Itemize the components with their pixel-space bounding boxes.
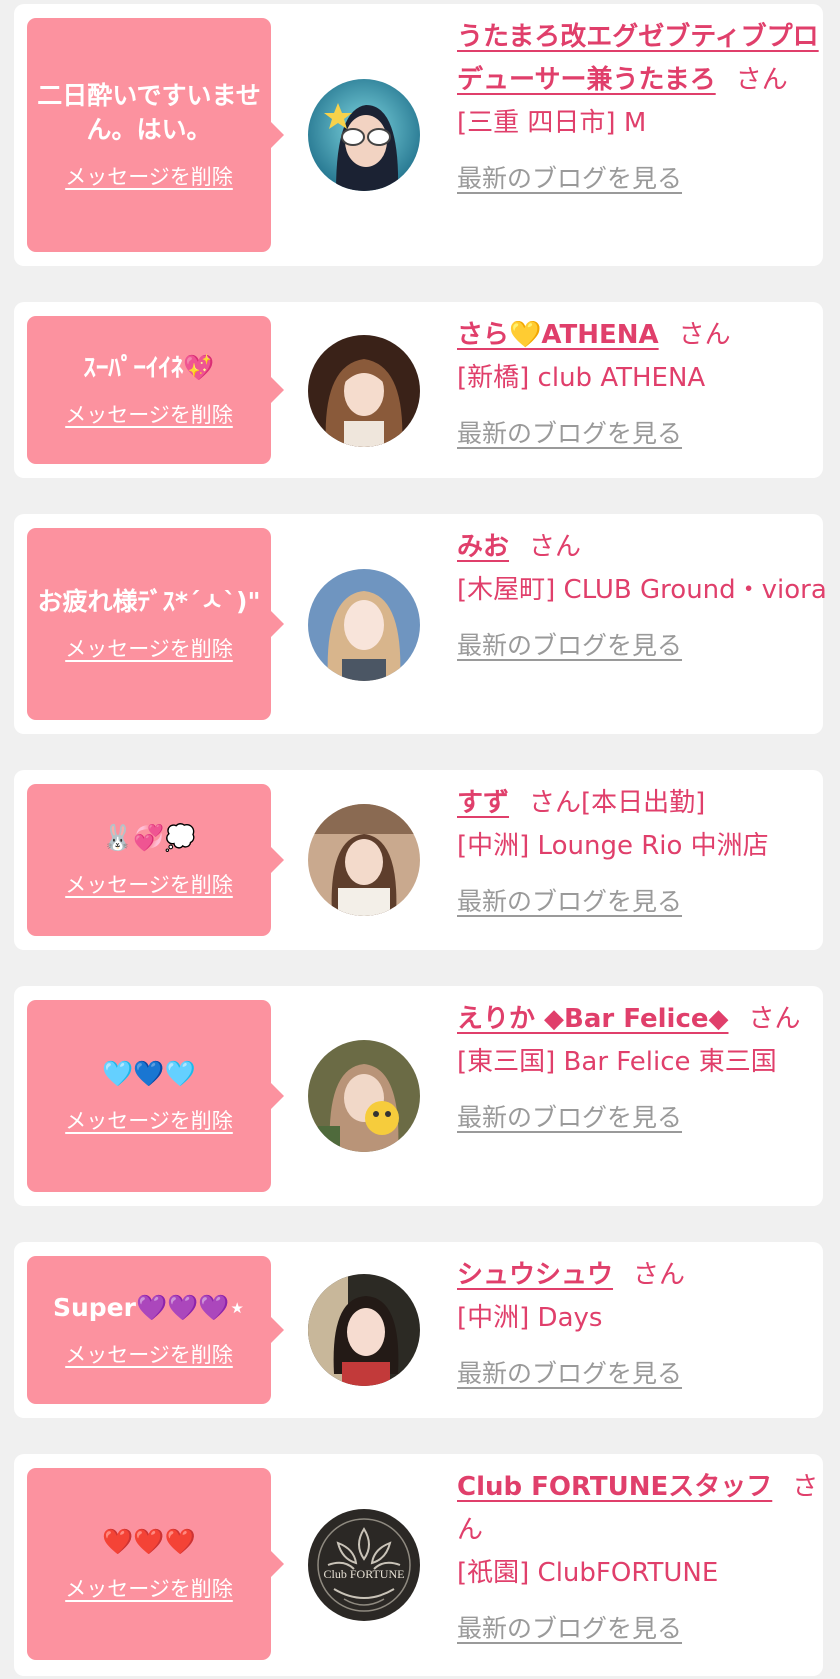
latest-blog-link[interactable]: 最新のブログを見る [457,1352,682,1395]
shop-location: [新橋] club ATHENA [457,363,706,393]
user-avatar[interactable] [308,335,420,447]
message-bubble: ❤️❤️❤️ メッセージを削除 [27,1468,284,1660]
message-bubble: 🐰💞💭 メッセージを削除 [27,784,284,936]
message-bubble: ｽｰﾊﾟｰｲｲﾈ💖 メッセージを削除 [27,316,284,464]
message-bubble: 🩵💙🩵 メッセージを削除 [27,1000,284,1192]
user-info: えりか ◆Bar Felice◆ さん [東三国] Bar Felice 東三国 … [457,998,829,1140]
name-line: みお さん [457,526,829,569]
message-card: 🐰💞💭 メッセージを削除 すず さん[本日出勤] [中洲] Lounge Rio … [14,770,823,950]
name-line: うたまろ改エグゼブティブプロデューサー兼うたまろ さん [457,16,829,102]
shop-location: [中洲] Lounge Rio 中洲店 [457,831,769,861]
latest-blog-link[interactable]: 最新のブログを見る [457,624,682,667]
message-card: 二日酔いですいません。はい。 メッセージを削除 うたまろ改エグゼブティブプロデュ… [14,4,823,266]
honorific: さん [735,65,788,95]
honorific: さん [529,788,582,818]
user-info: シュウシュウ さん [中洲] Days 最新のブログを見る [457,1254,829,1396]
message-bubble: お疲れ様ﾃﾞｽ*´ㅅ`)" メッセージを削除 [27,528,284,720]
user-info: Club FORTUNEスタッフ さん [祇園] ClubFORTUNE 最新のブ… [457,1466,829,1651]
user-photo-icon [308,335,420,447]
honorific: さん [633,1260,686,1290]
message-bubble: Super💜💜💜⋆ メッセージを削除 [27,1256,284,1404]
club-logo-icon: Club FORTUNE [308,1509,420,1621]
honorific: さん [678,320,731,350]
message-text: 二日酔いですいません。はい。 [37,81,261,144]
user-avatar[interactable] [308,569,420,681]
latest-blog-link[interactable]: 最新のブログを見る [457,880,682,923]
message-card: Super💜💜💜⋆ メッセージを削除 シュウシュウ さん [中洲] Days 最新… [14,1242,823,1418]
user-name-link[interactable]: えりか ◆Bar Felice◆ [457,1004,729,1034]
name-line: すず さん[本日出勤] [457,782,829,825]
latest-blog-link[interactable]: 最新のブログを見る [457,1096,682,1139]
message-bubble: 二日酔いですいません。はい。 メッセージを削除 [27,18,284,252]
attendance-badge: [本日出勤] [581,788,706,818]
user-name-link[interactable]: シュウシュウ [457,1260,613,1290]
user-photo-icon [308,1274,420,1386]
honorific: さん [529,532,582,562]
user-info: さら💛ATHENA さん [新橋] club ATHENA 最新のブログを見る [457,314,829,456]
message-card: 🩵💙🩵 メッセージを削除 えりか ◆Bar Felice◆ さん [東三国] Ba… [14,986,823,1206]
user-avatar[interactable] [308,1274,420,1386]
name-line: さら💛ATHENA さん [457,314,829,357]
delete-message-link[interactable]: メッセージを削除 [65,399,233,429]
latest-blog-link[interactable]: 最新のブログを見る [457,412,682,455]
user-info: みお さん [木屋町] CLUB Ground・viora 最新のブログを見る [457,526,829,668]
user-name-link[interactable]: すず [457,788,509,818]
message-text: Super💜💜💜⋆ [52,1293,246,1322]
message-text: 🩵💙🩵 [102,1059,196,1088]
user-avatar[interactable]: Club FORTUNE [308,1509,420,1621]
message-card: お疲れ様ﾃﾞｽ*´ㅅ`)" メッセージを削除 みお さん [木屋町] CLUB G… [14,514,827,734]
delete-message-link[interactable]: メッセージを削除 [65,1573,233,1603]
latest-blog-link[interactable]: 最新のブログを見る [457,157,682,200]
honorific: さん [748,1004,801,1034]
message-text: お疲れ様ﾃﾞｽ*´ㅅ`)" [37,587,261,616]
message-card: ｽｰﾊﾟｰｲｲﾈ💖 メッセージを削除 さら💛ATHENA さん [新橋] club… [14,302,823,478]
user-photo-icon [308,79,420,191]
user-name-link[interactable]: Club FORTUNEスタッフ [457,1472,772,1502]
user-name-link[interactable]: みお [457,532,509,562]
shop-location: [東三国] Bar Felice 東三国 [457,1047,777,1077]
latest-blog-link[interactable]: 最新のブログを見る [457,1607,682,1650]
shop-location: [木屋町] CLUB Ground・viora [457,575,827,605]
message-text: ｽｰﾊﾟｰｲｲﾈ💖 [83,353,215,382]
user-photo-icon [308,804,420,916]
user-photo-icon [308,569,420,681]
delete-message-link[interactable]: メッセージを削除 [65,1105,233,1135]
message-text: 🐰💞💭 [102,823,196,852]
message-text: ❤️❤️❤️ [102,1527,196,1556]
delete-message-link[interactable]: メッセージを削除 [65,869,233,899]
shop-location: [中洲] Days [457,1303,603,1333]
svg-text:Club FORTUNE: Club FORTUNE [324,1567,405,1581]
name-line: えりか ◆Bar Felice◆ さん [457,998,829,1041]
name-line: シュウシュウ さん [457,1254,829,1297]
shop-location: [三重 四日市] M [457,108,647,138]
user-avatar[interactable] [308,79,420,191]
user-avatar[interactable] [308,804,420,916]
delete-message-link[interactable]: メッセージを削除 [65,633,233,663]
user-avatar[interactable] [308,1040,420,1152]
delete-message-link[interactable]: メッセージを削除 [65,1339,233,1369]
shop-location: [祇園] ClubFORTUNE [457,1558,719,1588]
delete-message-link[interactable]: メッセージを削除 [65,161,233,191]
user-photo-icon [308,1040,420,1152]
user-info: うたまろ改エグゼブティブプロデューサー兼うたまろ さん [三重 四日市] M 最新… [457,16,829,201]
message-card: ❤️❤️❤️ メッセージを削除 Club FORTUNE Club FORTUN… [14,1454,823,1676]
name-line: Club FORTUNEスタッフ さん [457,1466,829,1552]
user-info: すず さん[本日出勤] [中洲] Lounge Rio 中洲店 最新のブログを見る [457,782,829,924]
user-name-link[interactable]: さら💛ATHENA [457,320,659,350]
